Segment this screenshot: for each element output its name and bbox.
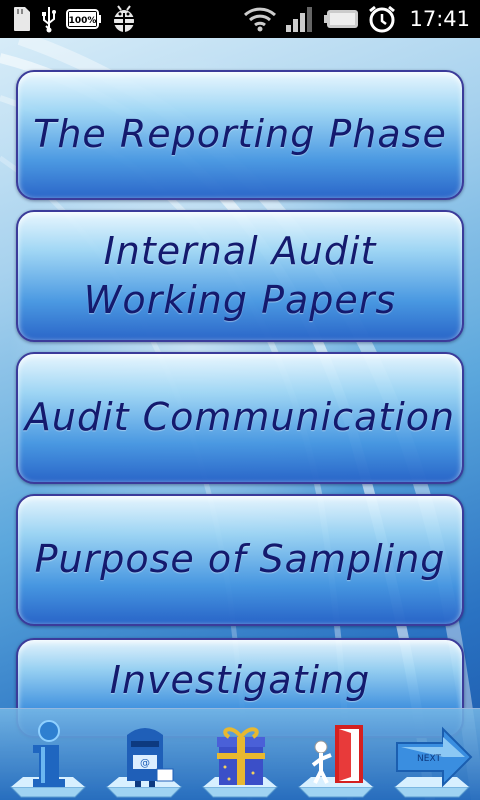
menu-button-label-line: Internal Audit xyxy=(103,228,377,273)
gift-icon xyxy=(201,727,279,798)
mailbox-icon: @ xyxy=(105,728,183,798)
menu-button-label: Investigating xyxy=(109,658,371,702)
menu-button-label: Internal Audit Working Papers xyxy=(84,227,396,326)
battery-icon xyxy=(323,8,359,30)
menu-button-internal-audit-working-papers[interactable]: Internal Audit Working Papers xyxy=(16,210,464,342)
next-arrow-icon: NEXT xyxy=(393,726,473,798)
sd-card-icon xyxy=(12,6,32,32)
mail-button[interactable]: @ xyxy=(98,713,190,799)
menu-button-label-line: Working Papers xyxy=(83,278,397,322)
alarm-clock-icon xyxy=(367,4,397,34)
exit-button[interactable] xyxy=(290,713,382,799)
usb-icon xyxy=(38,5,60,33)
info-icon xyxy=(9,720,87,798)
status-bar: 100% 17:41 xyxy=(0,0,480,38)
next-label: NEXT xyxy=(417,754,441,764)
menu-button-reporting-phase[interactable]: The Reporting Phase xyxy=(16,70,464,200)
battery-percent: 100% xyxy=(69,16,97,26)
menu-button-audit-communication[interactable]: Audit Communication xyxy=(16,352,464,484)
next-button[interactable]: NEXT xyxy=(386,713,478,799)
bottom-toolbar: @ NEXT xyxy=(0,708,480,800)
exit-door-icon xyxy=(297,725,375,798)
android-debug-icon xyxy=(108,3,140,35)
topic-menu: The Reporting Phase Internal Audit Worki… xyxy=(0,38,480,800)
info-button[interactable] xyxy=(2,713,94,799)
menu-button-label: Audit Communication xyxy=(24,395,456,440)
menu-button-label: The Reporting Phase xyxy=(33,112,447,157)
svg-text:@: @ xyxy=(140,758,150,769)
menu-button-label: Purpose of Sampling xyxy=(34,537,446,582)
signal-icon xyxy=(285,5,315,33)
battery-full-icon: 100% xyxy=(66,8,102,30)
gift-button[interactable] xyxy=(194,713,286,799)
main-area: The Reporting Phase Internal Audit Worki… xyxy=(0,38,480,800)
menu-button-purpose-of-sampling[interactable]: Purpose of Sampling xyxy=(16,494,464,626)
wifi-icon xyxy=(243,6,277,32)
status-time: 17:41 xyxy=(409,7,470,31)
